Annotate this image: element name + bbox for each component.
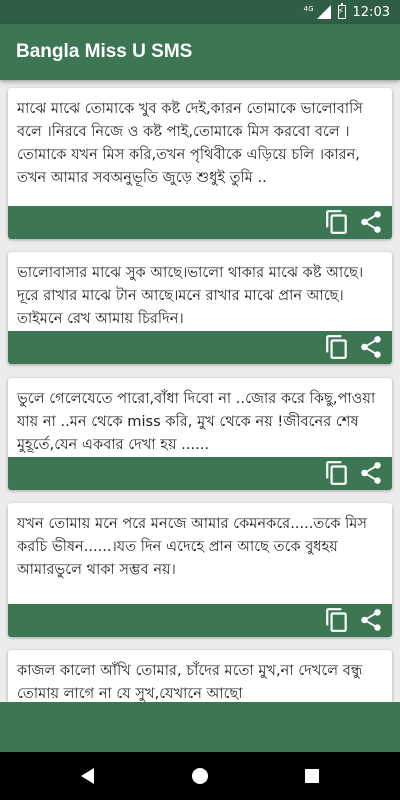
message-text: কাজল কালো আঁখি তোমার, চাঁদের মতো মুখ,না … xyxy=(17,662,363,702)
share-icon[interactable] xyxy=(358,334,384,360)
message-actions-bar xyxy=(8,457,392,490)
message-text: মাঝে মাঝে তোমাকে খুব কষ্ট দেই,কারন তোমাক… xyxy=(17,100,363,186)
message-actions-bar xyxy=(8,331,392,364)
status-bar: 4G 12:03 xyxy=(0,0,400,24)
message-card[interactable]: মাঝে মাঝে তোমাকে খুব কষ্ট দেই,কারন তোমাক… xyxy=(8,88,392,239)
signal-icon xyxy=(316,5,331,19)
share-icon[interactable] xyxy=(358,460,384,486)
copy-icon[interactable] xyxy=(324,209,350,235)
copy-icon[interactable] xyxy=(324,607,350,633)
app-toolbar: Bangla Miss U SMS xyxy=(0,24,400,80)
message-list[interactable]: মাঝে মাঝে তোমাকে খুব কষ্ট দেই,কারন তোমাক… xyxy=(0,80,400,702)
share-icon[interactable] xyxy=(358,607,384,633)
copy-icon[interactable] xyxy=(324,334,350,360)
back-icon[interactable] xyxy=(78,766,98,786)
message-card[interactable]: ভুলে গেলেযেতে পারো,বাঁধা দিবো না ..জোর ক… xyxy=(8,378,392,490)
battery-charging-icon xyxy=(337,3,346,19)
message-card[interactable]: ভালোবাসার মাঝে সুক আছে।ভালো থাকার মাঝে ক… xyxy=(8,252,392,364)
message-text: যখন তোমায় মনে পরে মনজে আমার কেমনকরে....… xyxy=(17,515,367,578)
message-card[interactable]: কাজল কালো আঁখি তোমার, চাঁদের মতো মুখ,না … xyxy=(8,650,392,702)
message-actions-bar xyxy=(8,604,392,637)
message-actions-bar xyxy=(8,206,392,239)
network-type-label: 4G xyxy=(303,4,314,13)
app-title: Bangla Miss U SMS xyxy=(16,41,193,62)
recents-icon[interactable] xyxy=(302,766,322,786)
bottom-banner-area xyxy=(0,702,400,752)
share-icon[interactable] xyxy=(358,209,384,235)
home-icon[interactable] xyxy=(190,766,210,786)
message-text: ভুলে গেলেযেতে পারো,বাঁধা দিবো না ..জোর ক… xyxy=(17,390,376,453)
message-card[interactable]: যখন তোমায় মনে পরে মনজে আমার কেমনকরে....… xyxy=(8,503,392,637)
status-time: 12:03 xyxy=(352,4,390,20)
message-text: ভালোবাসার মাঝে সুক আছে।ভালো থাকার মাঝে ক… xyxy=(17,264,364,327)
system-navigation-bar xyxy=(0,752,400,800)
copy-icon[interactable] xyxy=(324,460,350,486)
